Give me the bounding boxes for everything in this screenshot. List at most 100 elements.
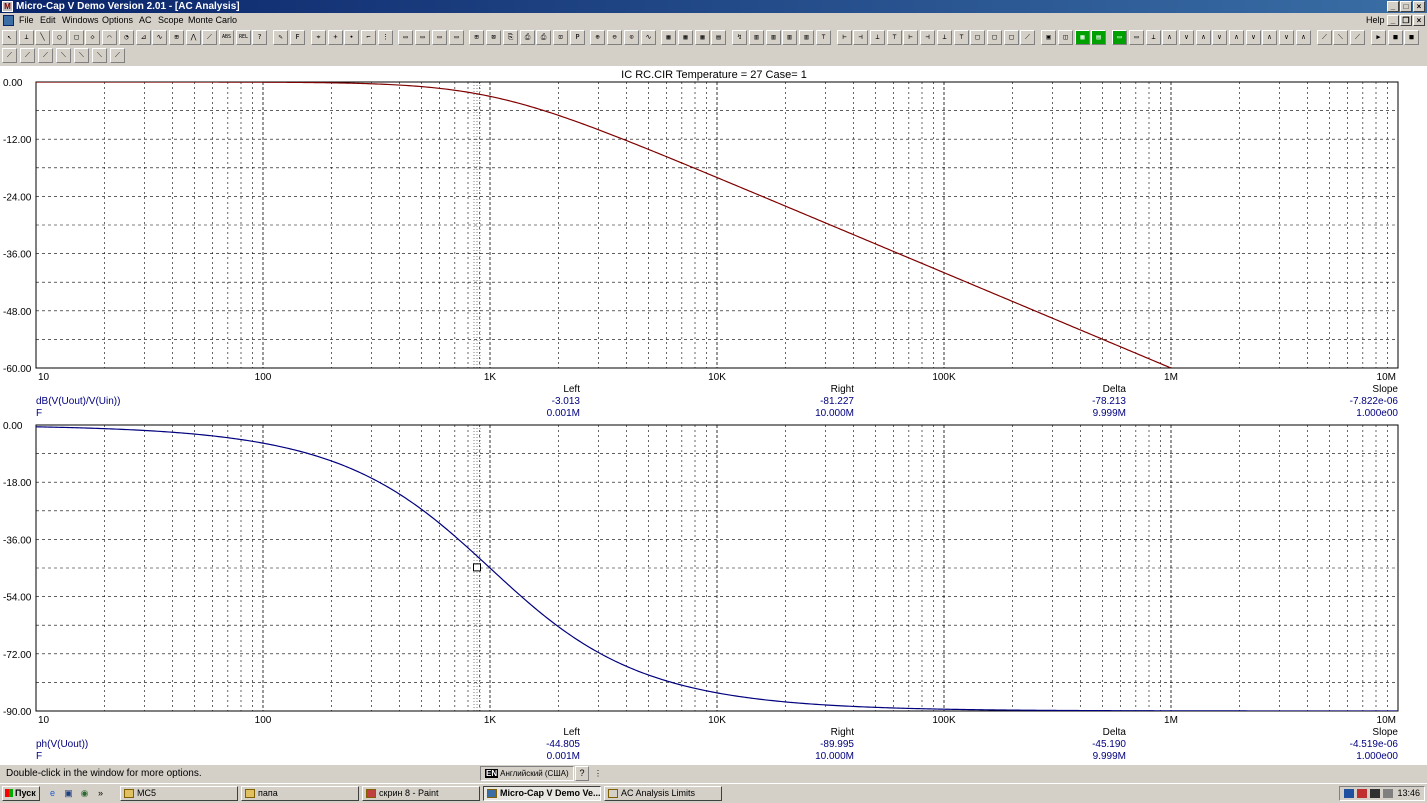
paste-icon[interactable]: ⊡ bbox=[553, 30, 568, 45]
f-icon[interactable]: ⊢ bbox=[903, 30, 918, 45]
l-icon[interactable]: □ bbox=[1004, 30, 1019, 45]
table2-icon[interactable]: ▦ bbox=[678, 30, 693, 45]
zoom-fit-icon[interactable]: ⊙ bbox=[624, 30, 639, 45]
r-icon[interactable]: ∧ bbox=[1162, 30, 1177, 45]
play-icon[interactable]: ▶ bbox=[1371, 30, 1386, 45]
bars2-icon[interactable]: ▥ bbox=[766, 30, 781, 45]
menu-file[interactable]: File bbox=[19, 13, 34, 28]
task-paint[interactable]: скрин 8 - Paint bbox=[362, 786, 480, 801]
minimize-icon[interactable]: _ bbox=[1387, 1, 1399, 12]
tile-icon[interactable]: ⊞ bbox=[469, 30, 484, 45]
plot-window[interactable]: IC RC.CIR Temperature = 27 Case= 1 0.00 -1… bbox=[0, 66, 1427, 765]
rectangle-icon[interactable]: □ bbox=[69, 30, 84, 45]
stop-icon[interactable]: ■ bbox=[1388, 30, 1403, 45]
mdi-restore-icon[interactable]: ❐ bbox=[1400, 15, 1412, 26]
slope-icon[interactable]: ⟋ bbox=[202, 30, 217, 45]
numbers-icon[interactable]: ▤ bbox=[711, 30, 726, 45]
scale-icon[interactable]: ⊞ bbox=[169, 30, 184, 45]
n-icon[interactable]: ▣ bbox=[1041, 30, 1056, 45]
line-icon[interactable]: ╲ bbox=[35, 30, 50, 45]
grid-on-icon[interactable]: ▦ bbox=[1075, 30, 1090, 45]
xclose-icon[interactable]: ⊠ bbox=[486, 30, 501, 45]
menu-options[interactable]: Options bbox=[102, 13, 133, 28]
grid-minor-icon[interactable]: ▤ bbox=[1091, 30, 1106, 45]
diamond-icon[interactable]: ◇ bbox=[85, 30, 100, 45]
quicklaunch-chevron[interactable]: » bbox=[94, 787, 107, 800]
window3-icon[interactable]: ▭ bbox=[432, 30, 447, 45]
bars4-icon[interactable]: ▥ bbox=[799, 30, 814, 45]
language-options-icon[interactable]: ⋮ bbox=[594, 765, 602, 783]
print2-icon[interactable]: ⎙ bbox=[536, 30, 551, 45]
i-icon[interactable]: ⊤ bbox=[954, 30, 969, 45]
network-icon[interactable] bbox=[1344, 789, 1354, 798]
help-icon[interactable]: ? bbox=[575, 766, 589, 781]
window1-icon[interactable]: ▭ bbox=[398, 30, 413, 45]
tool4-icon[interactable]: ⟍ bbox=[56, 48, 71, 63]
tool3-icon[interactable]: ⟋ bbox=[38, 48, 53, 63]
task-mc5[interactable]: MC5 bbox=[120, 786, 238, 801]
ac-analysis-plot[interactable]: IC RC.CIR Temperature = 27 Case= 1 0.00 -1… bbox=[0, 66, 1427, 765]
pen-icon[interactable]: ✎ bbox=[273, 30, 288, 45]
maximize-icon[interactable]: □ bbox=[1400, 1, 1412, 12]
task-ac-limits[interactable]: AC Analysis Limits bbox=[604, 786, 722, 801]
a-icon[interactable]: ⊤ bbox=[816, 30, 831, 45]
tool2-icon[interactable]: ⟋ bbox=[20, 48, 35, 63]
task-papa[interactable]: папа bbox=[241, 786, 359, 801]
copy-icon[interactable]: ⎘ bbox=[503, 30, 518, 45]
antivirus-icon[interactable] bbox=[1370, 789, 1380, 798]
u-icon[interactable]: ∨ bbox=[1212, 30, 1227, 45]
close-icon[interactable]: × bbox=[1413, 1, 1425, 12]
c-icon[interactable]: ⊣ bbox=[853, 30, 868, 45]
x-icon[interactable]: ∧ bbox=[1262, 30, 1277, 45]
ie-icon[interactable]: e bbox=[46, 787, 59, 800]
t-icon[interactable]: ∧ bbox=[1196, 30, 1211, 45]
w-icon[interactable]: ∨ bbox=[1246, 30, 1261, 45]
menu-ac[interactable]: AC bbox=[139, 13, 152, 28]
mdi-minimize-icon[interactable]: _ bbox=[1387, 15, 1399, 26]
title-bar[interactable]: M Micro-Cap V Demo Version 2.01 - [AC An… bbox=[0, 0, 1427, 13]
help-icon[interactable]: ? bbox=[252, 30, 267, 45]
h-icon[interactable]: ⊥ bbox=[937, 30, 952, 45]
graph-icon[interactable]: ⊿ bbox=[136, 30, 151, 45]
select-arrow-icon[interactable]: ↖ bbox=[2, 30, 17, 45]
mdi-window-icon[interactable] bbox=[3, 15, 14, 26]
pie-icon[interactable]: ◔ bbox=[119, 30, 134, 45]
waveform-icon[interactable]: ∿ bbox=[641, 30, 656, 45]
z-icon[interactable]: ∧ bbox=[1296, 30, 1311, 45]
tray-icon[interactable] bbox=[1383, 789, 1393, 798]
zoom-out-icon[interactable]: ⊖ bbox=[607, 30, 622, 45]
zoom-in-icon[interactable]: ⊕ bbox=[590, 30, 605, 45]
d-icon[interactable]: ⊥ bbox=[870, 30, 885, 45]
bars3-icon[interactable]: ▥ bbox=[782, 30, 797, 45]
q-icon[interactable]: ⊥ bbox=[1146, 30, 1161, 45]
v-icon[interactable]: ∧ bbox=[1229, 30, 1244, 45]
table3-icon[interactable]: ▦ bbox=[695, 30, 710, 45]
wave-icon[interactable]: ∿ bbox=[152, 30, 167, 45]
ellipse-icon[interactable]: ○ bbox=[52, 30, 67, 45]
table-icon[interactable]: ▦ bbox=[661, 30, 676, 45]
task-microcap[interactable]: Micro-Cap V Demo Ve... bbox=[483, 786, 601, 801]
e-icon[interactable]: ⊤ bbox=[887, 30, 902, 45]
tool7-icon[interactable]: ⟋ bbox=[110, 48, 125, 63]
cc-icon[interactable]: ⟋ bbox=[1350, 30, 1365, 45]
tool1-icon[interactable]: ⟋ bbox=[2, 48, 17, 63]
m-icon[interactable]: ⟋ bbox=[1020, 30, 1035, 45]
grid-off-icon[interactable]: ▭ bbox=[1112, 30, 1127, 45]
language-indicator[interactable]: EN Английский (США) bbox=[480, 766, 574, 781]
aa-icon[interactable]: ⟋ bbox=[1317, 30, 1332, 45]
point-icon[interactable]: ∙ bbox=[344, 30, 359, 45]
menu-scope[interactable]: Scope bbox=[158, 13, 184, 28]
properties-icon[interactable]: P bbox=[570, 30, 585, 45]
tool5-icon[interactable]: ⟍ bbox=[74, 48, 89, 63]
window4-icon[interactable]: ▭ bbox=[449, 30, 464, 45]
peak-icon[interactable]: ⋀ bbox=[186, 30, 201, 45]
micro-cap-icon[interactable]: M bbox=[2, 1, 13, 12]
menu-windows[interactable]: Windows bbox=[62, 13, 99, 28]
k-icon[interactable]: □ bbox=[987, 30, 1002, 45]
media-icon[interactable]: ◉ bbox=[78, 787, 91, 800]
window2-icon[interactable]: ▭ bbox=[415, 30, 430, 45]
volume-icon[interactable] bbox=[1357, 789, 1367, 798]
abs-icon[interactable]: ABS bbox=[219, 30, 234, 45]
cursor-icon[interactable]: ⌖ bbox=[311, 30, 326, 45]
s-icon[interactable]: ∨ bbox=[1179, 30, 1194, 45]
